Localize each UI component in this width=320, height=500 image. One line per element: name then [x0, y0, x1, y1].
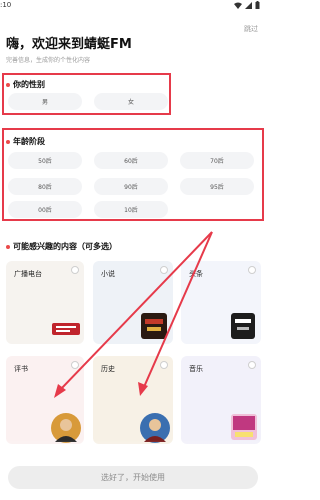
- status-icons: [234, 1, 260, 9]
- signal-icon: [245, 1, 252, 9]
- card-label: 历史: [101, 365, 115, 373]
- checkbox-circle-icon: [160, 266, 168, 274]
- checkbox-circle-icon: [248, 266, 256, 274]
- wifi-icon: [234, 2, 242, 9]
- interests-title-text: 可能感兴趣的内容（可多选）: [13, 242, 117, 251]
- status-time: :10: [0, 1, 12, 9]
- checkbox-circle-icon: [248, 361, 256, 369]
- interest-card-radio[interactable]: 广播电台: [6, 261, 84, 344]
- card-label: 音乐: [189, 365, 203, 373]
- interests-section-title: 可能感兴趣的内容（可多选）: [6, 241, 117, 252]
- headlines-art-icon: [231, 313, 255, 339]
- card-label: 评书: [14, 365, 28, 373]
- battery-icon: [255, 1, 260, 9]
- status-bar: :10: [0, 0, 266, 12]
- page-subtitle: 完善信息，生成你的个性化内容: [6, 57, 91, 64]
- interest-card-novel[interactable]: 小说: [93, 261, 173, 344]
- novel-cover-art-icon: [141, 313, 167, 339]
- annotation-highlight-age: [2, 128, 264, 221]
- interest-card-music[interactable]: 音乐: [181, 356, 261, 444]
- music-album-art-icon: [231, 414, 257, 440]
- bullet-dot-icon: [6, 244, 10, 249]
- radio-station-art-icon: [52, 323, 80, 335]
- interest-card-history[interactable]: 历史: [93, 356, 173, 444]
- interest-card-storytelling[interactable]: 评书: [6, 356, 84, 444]
- card-label: 广播电台: [14, 270, 42, 278]
- start-button[interactable]: 选好了，开始使用: [8, 466, 258, 489]
- checkbox-circle-icon: [160, 361, 168, 369]
- annotation-highlight-gender: [2, 73, 171, 115]
- page-title: 嗨，欢迎来到蜻蜓FM: [6, 37, 132, 52]
- skip-button[interactable]: 跳过: [244, 24, 258, 34]
- interest-card-headlines[interactable]: 头条: [181, 261, 261, 344]
- checkbox-circle-icon: [71, 266, 79, 274]
- checkbox-circle-icon: [71, 361, 79, 369]
- card-label: 小说: [101, 270, 115, 278]
- card-label: 头条: [189, 270, 203, 278]
